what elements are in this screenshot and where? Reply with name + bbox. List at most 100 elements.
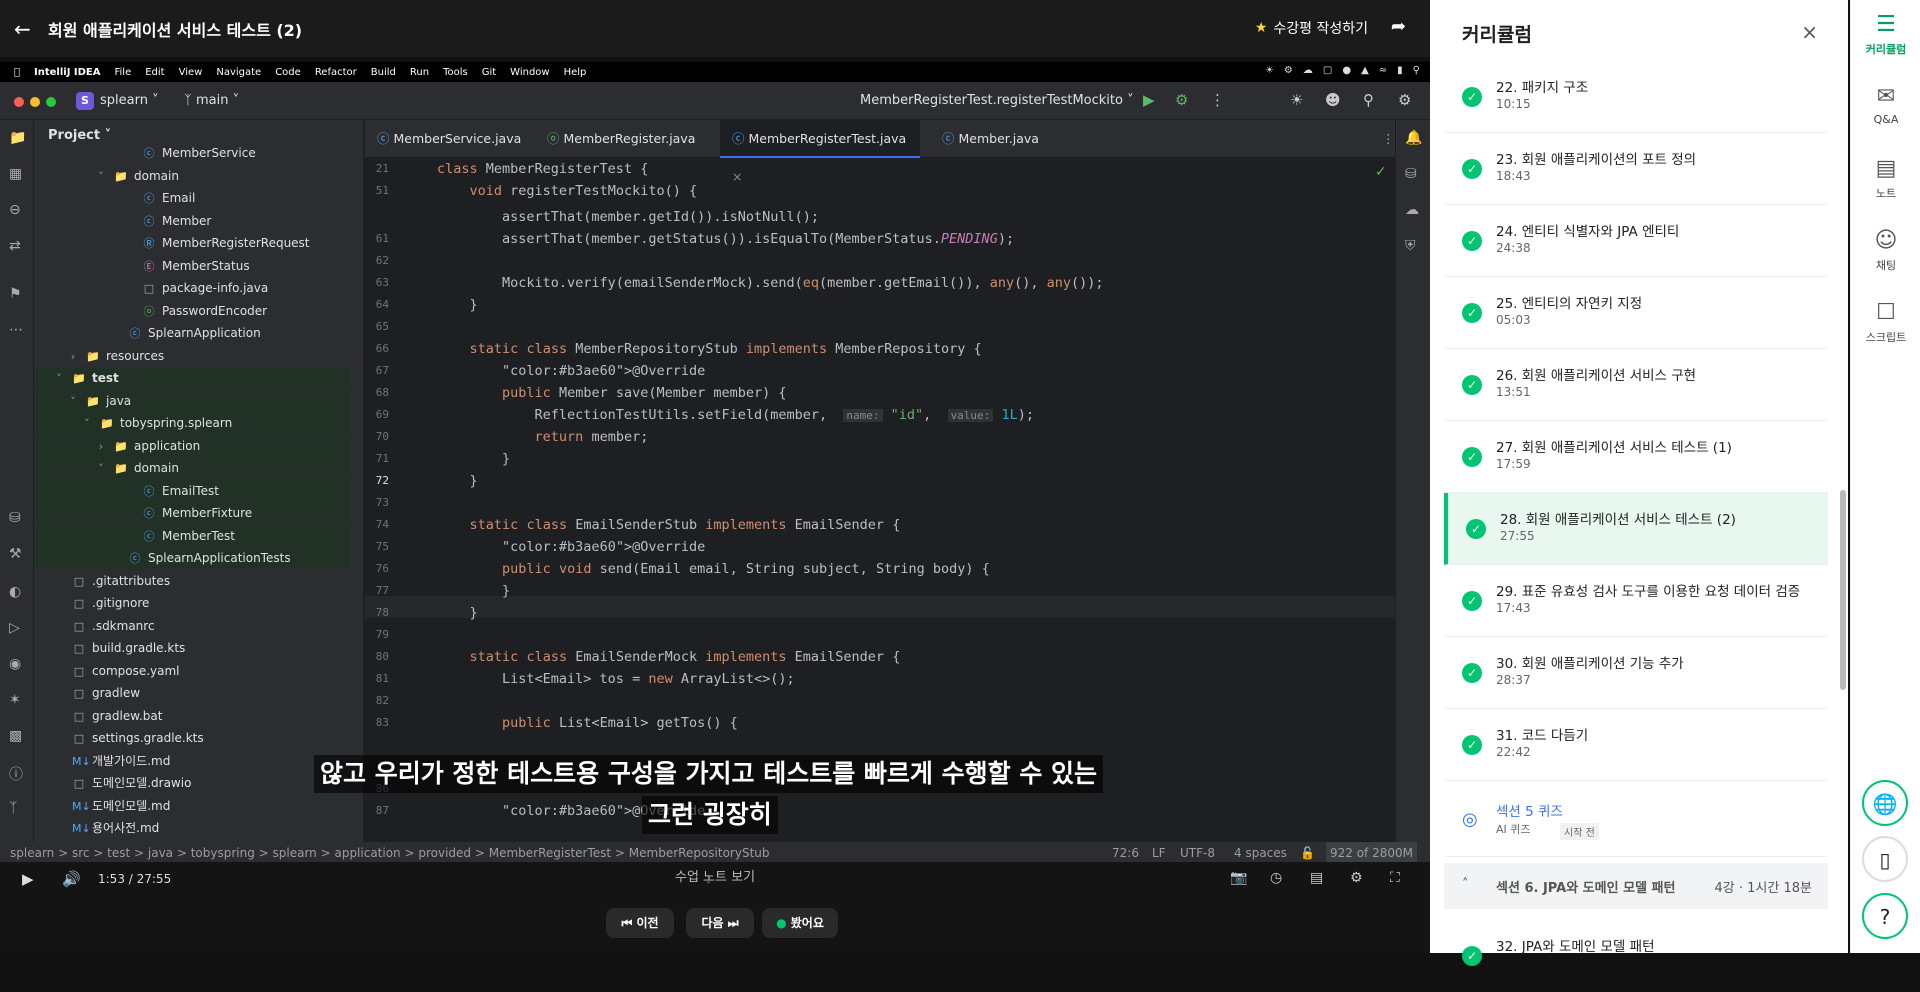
line-ending[interactable]: LF	[1152, 842, 1166, 864]
menu-window[interactable]: Window	[510, 67, 549, 78]
rail-curriculum[interactable]: ☰ 커리큘럼	[1851, 12, 1920, 57]
bookmark-icon[interactable]: ⚑	[9, 286, 22, 302]
tree-item[interactable]: › 📁 application	[34, 434, 350, 458]
menu-code[interactable]: Code	[275, 67, 301, 78]
screenshot-icon[interactable]: 📷	[1230, 870, 1247, 886]
tray-icon[interactable]: ☀	[1265, 65, 1274, 76]
project-tool-icon[interactable]: 📁	[9, 130, 26, 146]
tree-item[interactable]: □ 도메인모델.drawio	[34, 772, 350, 794]
run-config-selector[interactable]: MemberRegisterTest.registerTestMockito ˅	[860, 93, 1134, 108]
quiz-item[interactable]: ◎ 섹션 5 퀴즈 AI 퀴즈 시작 전	[1444, 785, 1828, 857]
chevron-down-icon[interactable]: ˅	[94, 166, 108, 188]
chevron-down-icon[interactable]: ˅	[94, 458, 108, 480]
tree-item[interactable]: □ gradlew.bat	[34, 705, 350, 727]
debug-icon[interactable]: ⚙	[1175, 91, 1188, 109]
project-selector[interactable]: splearn ˅	[100, 93, 159, 108]
menu-build[interactable]: Build	[371, 67, 396, 78]
next-lecture-button[interactable]: 다음 ⏭	[686, 908, 754, 938]
pull-request-icon[interactable]: ⇄	[9, 238, 21, 254]
tree-item[interactable]: ⓒ Email	[34, 187, 350, 209]
add-user-icon[interactable]: ☻	[1325, 91, 1341, 109]
back-arrow-icon[interactable]: ←	[14, 17, 38, 41]
settings-icon[interactable]: ⚙	[1350, 870, 1363, 886]
branch-selector[interactable]: ᛉ main ˅	[184, 93, 239, 108]
tree-item[interactable]: ˅ 📁 test	[34, 367, 350, 389]
settings-icon[interactable]: ⚙	[1398, 91, 1411, 109]
breadcrumb[interactable]: splearn > src > test > java > tobyspring…	[10, 842, 770, 864]
apple-icon[interactable]: 	[14, 67, 20, 78]
class-notes-toggle[interactable]: 수업 노트 보기	[675, 866, 755, 885]
curriculum-item[interactable]: ✓ 24. 엔티티 식별자와 JPA 엔티티 24:38	[1444, 205, 1828, 277]
tree-item[interactable]: Ⓡ MemberRegisterRequest	[34, 232, 350, 254]
search-icon[interactable]: ⚲	[1363, 91, 1374, 109]
tree-item[interactable]: ˅ 📁 domain	[34, 165, 350, 187]
menu-git[interactable]: Git	[482, 67, 496, 78]
tree-item[interactable]: ⓒ SplearnApplicationTests	[34, 547, 350, 569]
menu-run[interactable]: Run	[410, 67, 429, 78]
tree-item[interactable]: ⓒ MemberTest	[34, 524, 350, 547]
menu-view[interactable]: View	[179, 67, 203, 78]
tree-item[interactable]: ⓒ SplearnApplication	[34, 322, 350, 344]
more-icon[interactable]: ⋮	[1210, 91, 1225, 109]
curriculum-item[interactable]: ✓ 27. 회원 애플리케이션 서비스 테스트 (1) 17:59	[1444, 421, 1828, 493]
minimize-window-icon[interactable]	[30, 97, 40, 107]
chevron-down-icon[interactable]: ˅	[66, 391, 80, 413]
curriculum-item[interactable]: ✓ 26. 회원 애플리케이션 서비스 구현 13:51	[1444, 349, 1828, 421]
curriculum-item[interactable]: ✓ 23. 회원 애플리케이션의 포트 정의 18:43	[1444, 133, 1828, 205]
zoom-window-icon[interactable]	[46, 97, 56, 107]
services-icon[interactable]: ◉	[9, 656, 21, 672]
chevron-down-icon[interactable]: ˅	[80, 413, 94, 435]
curriculum-item[interactable]: ✓ 31. 코드 다듬기 22:42	[1444, 709, 1828, 781]
tree-item[interactable]: □ settings.gradle.kts	[34, 727, 350, 749]
menu-app[interactable]: IntelliJ IDEA	[34, 67, 100, 78]
mobile-icon[interactable]: ▯	[1862, 836, 1908, 882]
build-icon[interactable]: ⚒	[9, 546, 22, 562]
chevron-right-icon[interactable]: ›	[94, 436, 108, 458]
more-tools-icon[interactable]: ⋯	[9, 322, 23, 338]
tree-item[interactable]: M↓개발가이드.md	[34, 750, 350, 772]
menu-navigate[interactable]: Navigate	[216, 67, 261, 78]
curriculum-item[interactable]: ✓ 32. JPA와 도메인 모델 패턴	[1444, 920, 1828, 992]
tray-icon[interactable]: ●	[1342, 65, 1351, 76]
tree-item[interactable]: □ compose.yaml	[34, 660, 350, 682]
speed-icon[interactable]: ◷	[1270, 870, 1282, 886]
volume-icon[interactable]: 🔊	[62, 870, 81, 888]
share-icon[interactable]: ➦	[1391, 16, 1406, 37]
prev-lecture-button[interactable]: ⏮ 이전	[606, 908, 674, 938]
curriculum-item[interactable]: ✓ 30. 회원 애플리케이션 기능 추가 28:37	[1444, 637, 1828, 709]
wifi-icon[interactable]: ≈	[1379, 65, 1387, 76]
tree-item[interactable]: M↓도메인모델.md	[34, 795, 350, 817]
indent[interactable]: 4 spaces	[1234, 842, 1287, 864]
ai-icon[interactable]: ☁	[1405, 202, 1419, 218]
run-icon[interactable]: ▶	[1143, 91, 1155, 109]
notifications-icon[interactable]: 🔔	[1405, 130, 1422, 146]
tab-member[interactable]: ⓒ Member.java	[930, 120, 1070, 158]
menu-tools[interactable]: Tools	[443, 67, 468, 78]
shield-icon[interactable]: ⛨	[1405, 238, 1416, 254]
encoding[interactable]: UTF-8	[1180, 842, 1215, 864]
chevron-down-icon[interactable]: ˅	[706, 881, 711, 892]
tree-item[interactable]: ⓒ Member	[34, 210, 350, 232]
tab-memberregister[interactable]: ⓞ MemberRegister.java	[535, 120, 705, 158]
problems-icon[interactable]: ⓘ	[9, 764, 23, 784]
close-icon[interactable]: ×	[1801, 20, 1818, 44]
tree-item[interactable]: ⓞ PasswordEncoder	[34, 300, 350, 322]
tree-item[interactable]: □ .sdkmanrc	[34, 615, 350, 637]
tree-item[interactable]: › 📁 resources	[34, 345, 350, 367]
curriculum-item[interactable]: ✓ 25. 엔티티의 자연키 지정 05:03	[1444, 277, 1828, 349]
close-window-icon[interactable]	[14, 97, 24, 107]
tab-memberregistertest[interactable]: ⓒ MemberRegisterTest.java ×	[720, 120, 920, 184]
tree-item[interactable]: □ .gitignore	[34, 592, 350, 614]
tree-item[interactable]: ⓒ MemberFixture	[34, 502, 350, 524]
run-tool-icon[interactable]: ▷	[9, 620, 20, 636]
search-icon[interactable]: ⚲	[1413, 65, 1420, 76]
section-header[interactable]: ˄ 섹션 6. JPA와 도메인 모델 패턴 4강 · 1시간 18분	[1444, 863, 1828, 909]
tree-item[interactable]: ⓒ EmailTest	[34, 479, 350, 502]
debug-tool-icon[interactable]: ✶	[9, 692, 21, 708]
battery-icon[interactable]: ▮	[1397, 65, 1403, 76]
tray-icon[interactable]: ▢	[1323, 65, 1332, 76]
tree-item[interactable]: Ⓔ MemberStatus	[34, 255, 350, 277]
tab-memberservice[interactable]: ⓒ MemberService.java	[365, 120, 535, 158]
chevron-down-icon[interactable]: ˅	[52, 368, 66, 390]
database-icon[interactable]: ⛁	[9, 510, 21, 526]
